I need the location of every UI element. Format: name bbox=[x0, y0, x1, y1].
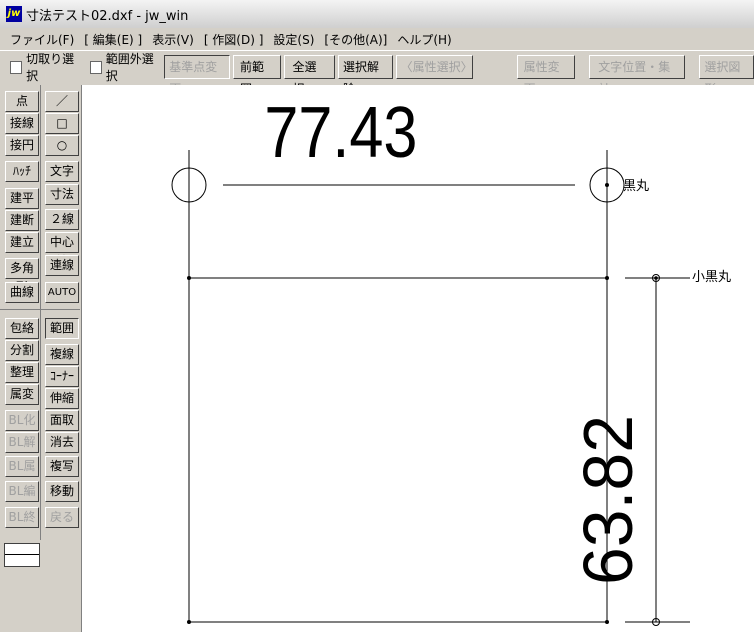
menu-item[interactable]: [ 編集(E) ] bbox=[84, 31, 142, 48]
menu-item[interactable]: [ 作図(D) ] bbox=[204, 31, 264, 48]
menu-item[interactable]: 表示(V) bbox=[152, 31, 194, 48]
tool-button[interactable]: 連線 bbox=[45, 255, 79, 276]
tool-button[interactable]: 曲線 bbox=[5, 282, 39, 303]
tool-button[interactable]: ２線 bbox=[45, 209, 79, 230]
tool-button[interactable]: 建断 bbox=[5, 210, 39, 231]
tool-button[interactable]: AUTO bbox=[45, 282, 79, 303]
tool-button[interactable]: BL解 bbox=[5, 432, 39, 453]
tool-button[interactable]: 多角形 bbox=[5, 258, 39, 294]
small-black-dot bbox=[654, 276, 658, 280]
tool-button[interactable]: 範囲 bbox=[45, 318, 79, 339]
outside-select-label: 範囲外選択 bbox=[105, 52, 154, 83]
dimension-vertical: 63.82 bbox=[569, 415, 647, 585]
tool-button[interactable]: 分割 bbox=[5, 340, 39, 361]
black-dot bbox=[605, 183, 609, 187]
tool-button[interactable]: 接線 bbox=[5, 113, 39, 134]
select-figure-button[interactable]: 選択図形 bbox=[699, 55, 754, 96]
app-logo-icon: jw bbox=[6, 6, 22, 22]
tool-button[interactable]: 消去 bbox=[45, 432, 79, 453]
cut-select-label: 切取り選択 bbox=[26, 52, 75, 83]
outside-select-checkbox[interactable]: 範囲外選択 bbox=[89, 50, 162, 84]
title-bar: jw 寸法テスト02.dxf - jw_win bbox=[0, 0, 754, 28]
cut-select-checkbox[interactable]: 切取り選択 bbox=[10, 50, 82, 84]
menu-bar: ファイル(F) [ 編集(E) ] 表示(V) [ 作図(D) ] 設定(S) [その他(… bbox=[0, 28, 754, 51]
tool-button[interactable]: ○ bbox=[45, 135, 79, 156]
tool-button[interactable]: 戻る bbox=[45, 507, 79, 528]
deselect-button[interactable]: 選択解除 bbox=[337, 55, 393, 96]
select-all-button[interactable]: 全選択 bbox=[283, 55, 335, 96]
prev-range-button[interactable]: 前範囲 bbox=[233, 55, 281, 96]
label-black-circle: 黒丸 bbox=[623, 179, 649, 194]
drawing: 77.43 63.82 黒丸 小黒丸 bbox=[171, 93, 731, 626]
attr-change-button[interactable]: 属性変更 bbox=[516, 55, 576, 96]
dimension-horizontal: 77.43 bbox=[264, 93, 417, 173]
tool-button[interactable]: 面取 bbox=[45, 410, 79, 431]
window-title: 寸法テスト02.dxf - jw_win bbox=[26, 8, 189, 24]
text-pos-button[interactable]: 文字位置・集計 bbox=[589, 55, 686, 96]
menu-item[interactable]: ファイル(F) bbox=[10, 31, 74, 48]
label-small-black-circle: 小黒丸 bbox=[692, 270, 731, 285]
tool-button[interactable]: 文字 bbox=[45, 161, 79, 182]
rectangle bbox=[188, 277, 608, 623]
tool-button[interactable]: BL編 bbox=[5, 481, 39, 502]
tool-button[interactable]: 接円 bbox=[5, 135, 39, 156]
menu-item[interactable]: ヘルプ(H) bbox=[397, 31, 451, 48]
menu-item[interactable]: [その他(A)] bbox=[324, 31, 387, 48]
base-point-button[interactable]: 基準点変更 bbox=[164, 55, 231, 96]
tool-button[interactable]: 点 bbox=[5, 91, 39, 112]
tool-button[interactable]: 属変 bbox=[5, 384, 39, 405]
tool-button[interactable]: 中心線 bbox=[45, 232, 79, 268]
tool-button[interactable]: BL化 bbox=[5, 410, 39, 431]
tool-button[interactable]: BL属 bbox=[5, 456, 39, 477]
line-style-indicator[interactable] bbox=[4, 543, 40, 567]
tool-palette: 点接線接円 ﾊｯﾁ 建平建断建立多角形曲線包絡分割整理属変 BL化BL解 BL属 BL編 B… bbox=[0, 85, 82, 632]
tool-button[interactable]: ｺｰﾅｰ bbox=[45, 366, 79, 387]
selection-toolbar: 切取り選択 範囲外選択 基準点変更 前範囲 全選択 選択解除 〈属性選択〉 属性… bbox=[0, 50, 754, 96]
tool-button[interactable]: □ bbox=[45, 113, 79, 134]
tool-button[interactable]: 伸縮 bbox=[45, 388, 79, 409]
tool-button[interactable]: 複写 bbox=[45, 456, 79, 477]
tool-button[interactable]: 複線 bbox=[45, 344, 79, 365]
tool-button[interactable]: ／ bbox=[45, 91, 79, 112]
menu-item[interactable]: 設定(S) bbox=[273, 31, 314, 48]
attr-select-button[interactable]: 〈属性選択〉 bbox=[395, 55, 473, 79]
tool-button[interactable]: 建平 bbox=[5, 188, 39, 209]
tool-button[interactable]: ﾊｯﾁ bbox=[5, 161, 39, 182]
tool-button[interactable]: 移動 bbox=[45, 481, 79, 502]
tool-button[interactable]: 包絡 bbox=[5, 318, 39, 339]
tool-button[interactable]: 整理 bbox=[5, 362, 39, 383]
tool-button[interactable]: BL終 bbox=[5, 507, 39, 528]
tool-button[interactable]: 建立 bbox=[5, 232, 39, 253]
drawing-canvas[interactable]: 77.43 63.82 黒丸 小黒丸 bbox=[82, 85, 754, 632]
tool-button[interactable]: 寸法 bbox=[45, 184, 79, 205]
